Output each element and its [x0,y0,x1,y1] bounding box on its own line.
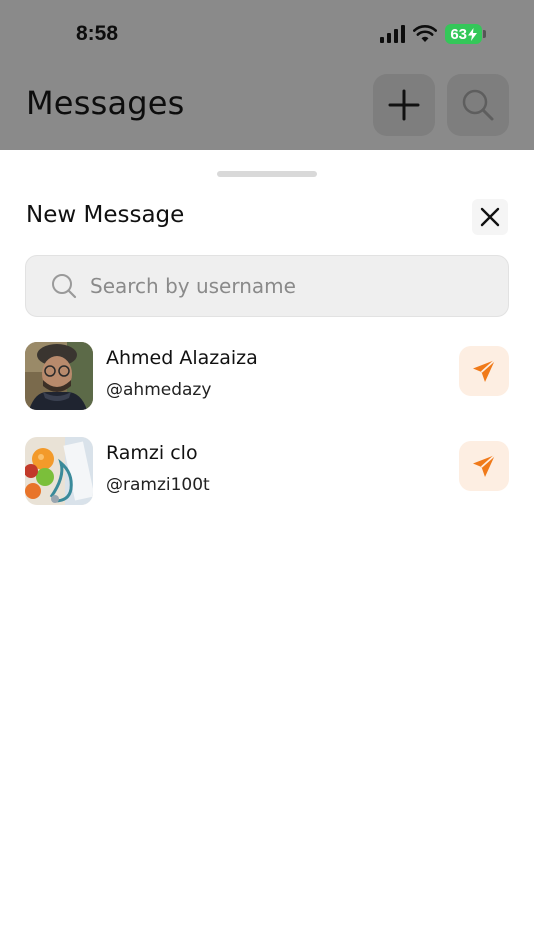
close-icon [480,207,500,227]
user-handle: @ramzi100t [106,475,210,495]
search-messages-button[interactable] [447,74,509,136]
charging-bolt-icon [468,27,477,41]
user-name: Ramzi clo [106,442,198,464]
username-search-input[interactable] [90,274,470,298]
sheet-title: New Message [26,202,185,228]
new-message-sheet: New Message Search by username Ahmed Ala… [0,150,534,950]
user-list-item[interactable]: Ramzi clo @ramzi100t [25,437,509,507]
sheet-grabber[interactable] [217,171,317,177]
search-icon [50,272,78,300]
plus-icon [388,89,420,121]
add-message-button[interactable] [373,74,435,136]
dimmed-background[interactable]: 8:58 63 Messages [0,0,534,150]
status-time: 8:58 [76,22,119,45]
user-handle: @ahmedazy [106,380,212,400]
username-search-field[interactable] [25,255,509,317]
cellular-signal-icon [380,25,406,43]
send-icon [473,454,496,477]
send-icon [473,359,496,382]
send-message-button[interactable] [459,346,509,396]
avatar [25,342,93,410]
search-icon [462,89,494,121]
battery-indicator: 63 [445,24,486,44]
user-name: Ahmed Alazaiza [106,347,258,369]
wifi-icon [413,25,438,42]
status-bar: 8:58 63 [0,0,534,72]
messages-page-title: Messages [26,84,185,122]
user-list-item[interactable]: Ahmed Alazaiza @ahmedazy [25,342,509,412]
close-button[interactable] [472,199,508,235]
send-message-button[interactable] [459,441,509,491]
battery-level: 63 [450,25,467,43]
status-indicators: 63 [380,24,486,44]
avatar [25,437,93,505]
